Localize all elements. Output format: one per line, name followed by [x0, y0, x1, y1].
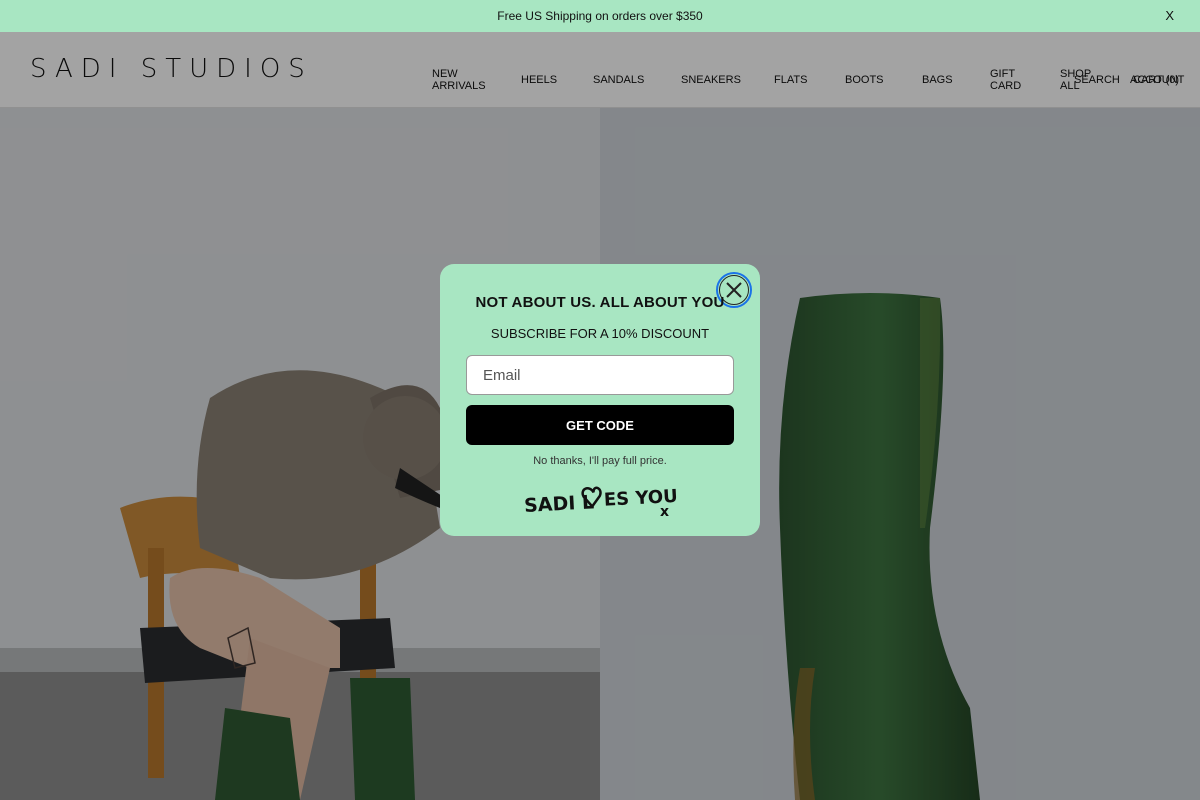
- svg-text:x: x: [660, 504, 669, 518]
- subscribe-popup: NOT ABOUT US. ALL ABOUT YOU SUBSCRIBE FO…: [440, 264, 760, 536]
- announcement-text: Free US Shipping on orders over $350: [497, 9, 703, 23]
- decline-link[interactable]: No thanks, I'll pay full price.: [440, 455, 760, 467]
- sadi-loves-you-signature: SADI L ES YOU x: [524, 486, 679, 518]
- announcement-close-button[interactable]: X: [1165, 8, 1174, 23]
- get-code-button[interactable]: GET CODE: [466, 405, 734, 445]
- popup-subtitle: SUBSCRIBE FOR A 10% DISCOUNT: [490, 326, 710, 341]
- email-field[interactable]: [466, 355, 734, 395]
- popup-title: NOT ABOUT US. ALL ABOUT YOU: [475, 294, 725, 311]
- announcement-bar: Free US Shipping on orders over $350 X: [0, 0, 1200, 32]
